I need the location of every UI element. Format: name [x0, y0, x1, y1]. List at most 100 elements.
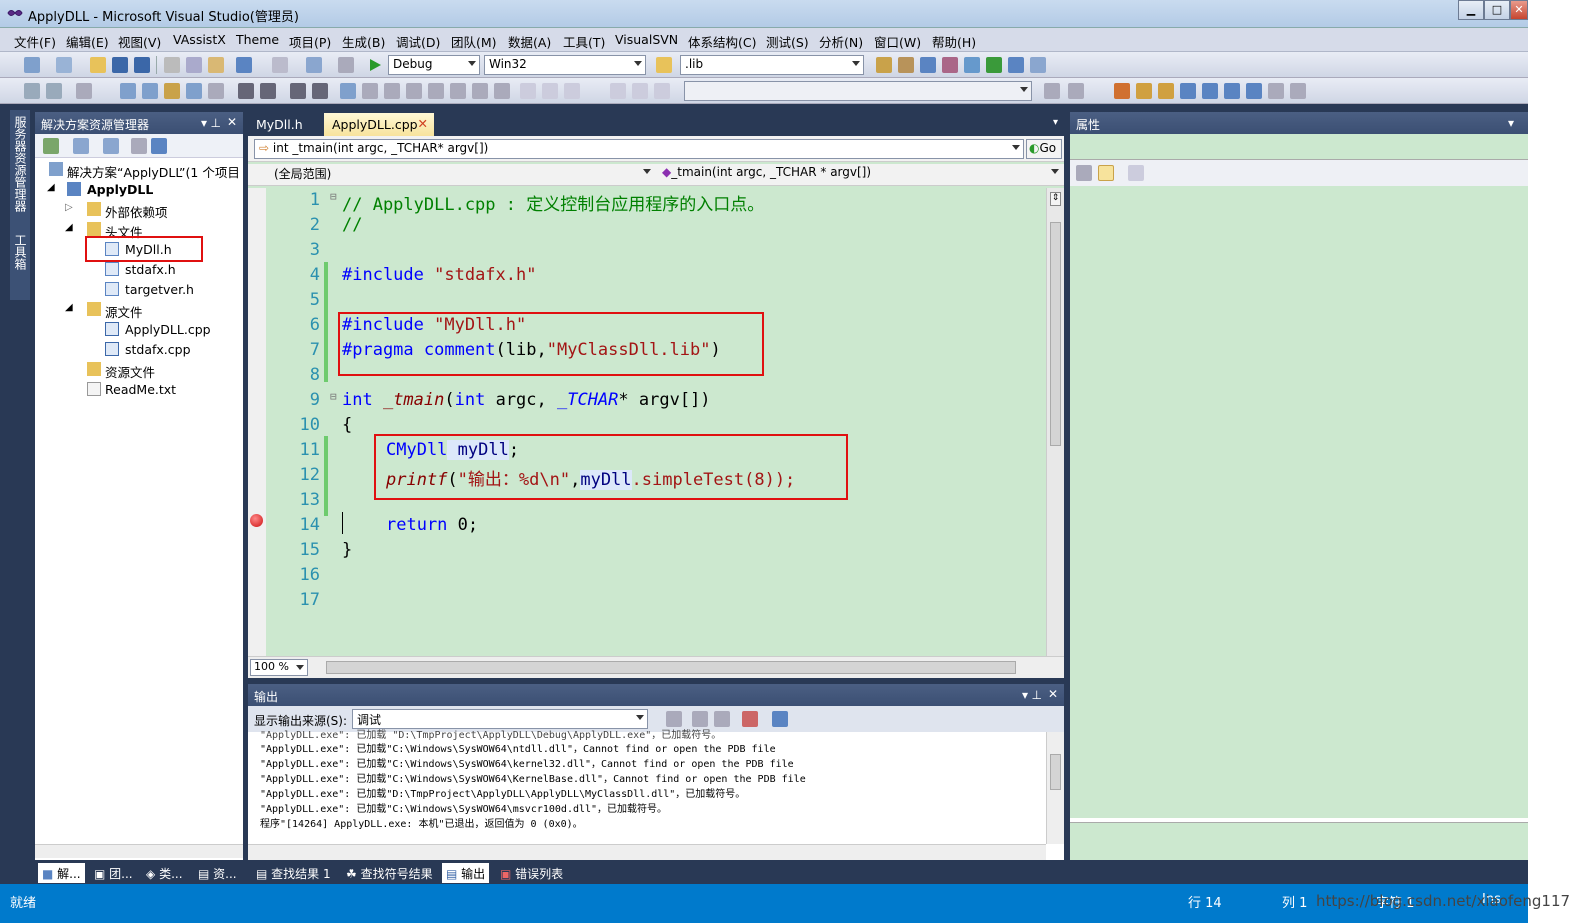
tree-stdafx-h[interactable]: stdafx.h	[125, 262, 176, 277]
menu-test[interactable]: 测试(S)	[766, 32, 809, 51]
tree-external-deps[interactable]: 外部依赖项	[105, 202, 168, 221]
find-combo[interactable]: .lib	[680, 55, 864, 75]
menu-analyze[interactable]: 分析(N)	[819, 32, 863, 51]
tab-find-results[interactable]: ▤ 查找结果 1	[252, 863, 335, 883]
menu-debug[interactable]: 调试(D)	[396, 32, 440, 51]
toolbar-icon-21[interactable]	[1136, 83, 1152, 99]
property-pages-icon[interactable]	[1128, 165, 1144, 181]
output-text[interactable]: "ApplyDLL.exe": 已加载 "D:\TmpProject\Apply…	[248, 730, 1046, 844]
spell-check-icon[interactable]	[1268, 83, 1284, 99]
next-message-icon[interactable]	[714, 711, 730, 727]
toolbar-icon-19[interactable]	[1068, 83, 1084, 99]
cut-icon[interactable]	[164, 57, 180, 73]
menu-project[interactable]: 项目(P)	[289, 32, 331, 51]
tree-solution[interactable]: 解决方案“ApplyDLL”(1 个项目	[67, 162, 240, 181]
close-tab-icon[interactable]: ✕	[418, 116, 428, 131]
solution-hscrollbar[interactable]	[35, 844, 243, 858]
clear-all-icon[interactable]	[742, 711, 758, 727]
goto-location-icon[interactable]	[666, 711, 682, 727]
word-wrap-icon[interactable]	[772, 711, 788, 727]
pin-icon[interactable]: ⊥	[1032, 688, 1042, 702]
pane-menu-icon[interactable]: ▾	[1022, 688, 1028, 702]
paste-icon[interactable]	[208, 57, 224, 73]
menu-visualsvn[interactable]: VisualSVN	[615, 32, 678, 47]
toolbar-icon-9[interactable]	[406, 83, 422, 99]
menu-file[interactable]: 文件(F)	[14, 32, 56, 51]
tab-solution-explorer[interactable]: ■ 解...	[38, 863, 85, 883]
outdent-icon[interactable]	[238, 83, 254, 99]
editor-vscrollbar[interactable]: ⇕	[1046, 188, 1064, 656]
uncomment-icon[interactable]	[312, 83, 328, 99]
close-pane-icon[interactable]: ✕	[1048, 687, 1058, 701]
toolbar-icon-1[interactable]	[24, 83, 40, 99]
toolbar-icon-22[interactable]	[1158, 83, 1174, 99]
code-text-area[interactable]: 1 2 3 4 5 6 7 8 9 10 11 12 13 14 15 16 1…	[266, 188, 1046, 656]
navigate-to-combo[interactable]: ⇨ int _tmain(int argc, _TCHAR* argv[])	[254, 139, 1024, 159]
add-item-icon[interactable]	[56, 57, 72, 73]
object-browser-icon[interactable]	[920, 57, 936, 73]
properties-grid[interactable]	[1070, 186, 1528, 818]
breakpoint-icon[interactable]	[250, 514, 263, 527]
output-hscrollbar[interactable]	[248, 844, 1046, 860]
view-class-diagram-icon[interactable]	[131, 138, 147, 154]
tree-targetver-h[interactable]: targetver.h	[125, 282, 194, 297]
bookmark-icon[interactable]	[340, 83, 356, 99]
toolbox-tab[interactable]: 工具箱	[12, 234, 29, 270]
menu-window[interactable]: 窗口(W)	[874, 32, 921, 51]
menu-build[interactable]: 生成(B)	[342, 32, 385, 51]
toolbar-icon-12[interactable]	[472, 83, 488, 99]
toolbar-icon-2[interactable]	[46, 83, 62, 99]
tree-source-files[interactable]: 源文件	[105, 302, 143, 321]
find-icon[interactable]	[1180, 83, 1196, 99]
pin-icon[interactable]: ⊥	[211, 116, 221, 130]
toolbar-combo[interactable]	[684, 81, 1032, 101]
close-pane-icon[interactable]: ✕	[227, 115, 237, 129]
tab-resource-view[interactable]: ▤ 资...	[194, 863, 241, 883]
navigate-backward-icon[interactable]	[306, 57, 322, 73]
comment-icon[interactable]	[290, 83, 306, 99]
arrow-up-icon[interactable]	[564, 83, 580, 99]
expand-arrow-icon[interactable]: ◢	[65, 302, 73, 313]
platform-select[interactable]: Win32	[484, 55, 646, 75]
tree-resource-files[interactable]: 资源文件	[105, 362, 155, 381]
menu-theme[interactable]: Theme	[236, 32, 279, 47]
refresh-icon[interactable]	[103, 138, 119, 154]
start-page-icon[interactable]	[986, 57, 1002, 73]
view-code-icon[interactable]	[151, 138, 167, 154]
menu-edit[interactable]: 编辑(E)	[66, 32, 109, 51]
minimize-button[interactable]: ▁	[1458, 0, 1484, 20]
command-window-icon[interactable]	[1008, 57, 1024, 73]
copy-icon[interactable]	[186, 57, 202, 73]
toolbar-icon-3[interactable]	[76, 83, 92, 99]
zoom-select[interactable]: 100 %	[250, 659, 308, 676]
menu-view[interactable]: 视图(V)	[118, 32, 161, 51]
arrow-down-icon[interactable]	[542, 83, 558, 99]
server-explorer-tab[interactable]: 服务器资源管理器	[12, 116, 29, 212]
find-in-files-icon[interactable]	[656, 57, 672, 73]
toolbar-icon-26[interactable]	[1290, 83, 1306, 99]
properties-window-icon[interactable]	[898, 57, 914, 73]
toolbar-icon-25[interactable]	[1246, 83, 1262, 99]
save-icon[interactable]	[112, 57, 128, 73]
toolbar-icon-15[interactable]	[610, 83, 626, 99]
tab-mydll-h[interactable]: MyDll.h	[248, 113, 311, 136]
scroll-thumb[interactable]	[1050, 754, 1061, 790]
configuration-select[interactable]: Debug	[388, 55, 480, 75]
bookmark-prev-icon[interactable]	[362, 83, 378, 99]
toolbar-icon-23[interactable]	[1202, 83, 1218, 99]
toolbar-icon-13[interactable]	[494, 83, 510, 99]
member-select[interactable]: ◆_tmain(int argc, _TCHAR * argv[])	[658, 164, 1062, 184]
toolbar-icon-16[interactable]	[632, 83, 648, 99]
tab-dropdown-icon[interactable]: ▾	[1053, 117, 1058, 128]
save-all-icon[interactable]	[134, 57, 150, 73]
toolbar-icon-17[interactable]	[654, 83, 670, 99]
redo-icon[interactable]	[272, 57, 288, 73]
toolbar-icon-5[interactable]	[142, 83, 158, 99]
menu-data[interactable]: 数据(A)	[508, 32, 551, 51]
tab-find-symbol-results[interactable]: ☘ 查找符号结果	[342, 863, 437, 883]
expand-arrow-icon[interactable]: ◢	[65, 222, 73, 233]
toolbar-icon-18[interactable]	[1044, 83, 1060, 99]
toolbar-icon-14[interactable]	[520, 83, 536, 99]
toolbar-icon-8[interactable]	[208, 83, 224, 99]
tab-applydll-cpp[interactable]: ApplyDLL.cpp ✕	[324, 113, 434, 136]
